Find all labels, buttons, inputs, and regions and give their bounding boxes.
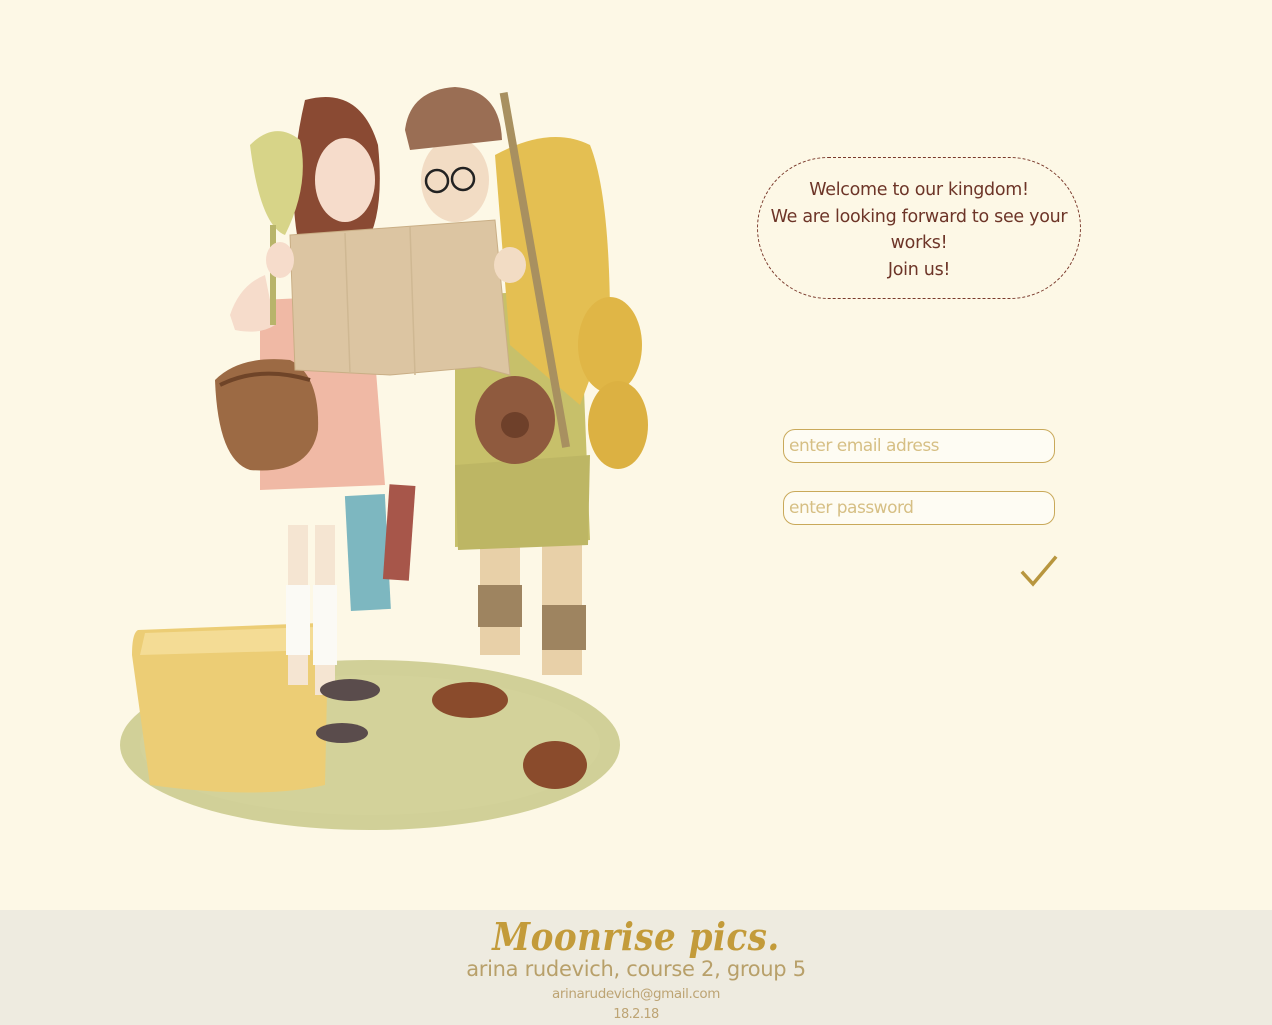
map [290,220,510,375]
submit-button[interactable] [1018,554,1060,590]
boy-hat [405,87,502,150]
password-field[interactable] [783,491,1055,525]
welcome-line-3: Join us! [887,259,951,280]
illustration-image [120,87,648,830]
footer-author: arina rudevich, course 2, group 5 [466,957,806,981]
boy-shoe-right [523,741,587,789]
basket [215,359,319,471]
footer-brand: Moonrise pics. [492,914,780,959]
footer-date: 18.2.18 [613,1007,659,1022]
boy-shoe-left [432,682,508,718]
bouquet [250,131,303,235]
welcome-line-1: Welcome to our kingdom! [809,180,1029,200]
checkmark-icon [1020,555,1058,587]
book [344,494,391,611]
email-field[interactable] [783,429,1055,463]
footer: Moonrise pics. arina rudevich, course 2,… [0,910,1272,1025]
footer-email: arinarudevich@gmail.com [551,986,721,1002]
welcome-line-2: We are looking forward to see your works… [770,206,1068,254]
welcome-bubble: Welcome to our kingdom! We are looking f… [757,157,1081,299]
